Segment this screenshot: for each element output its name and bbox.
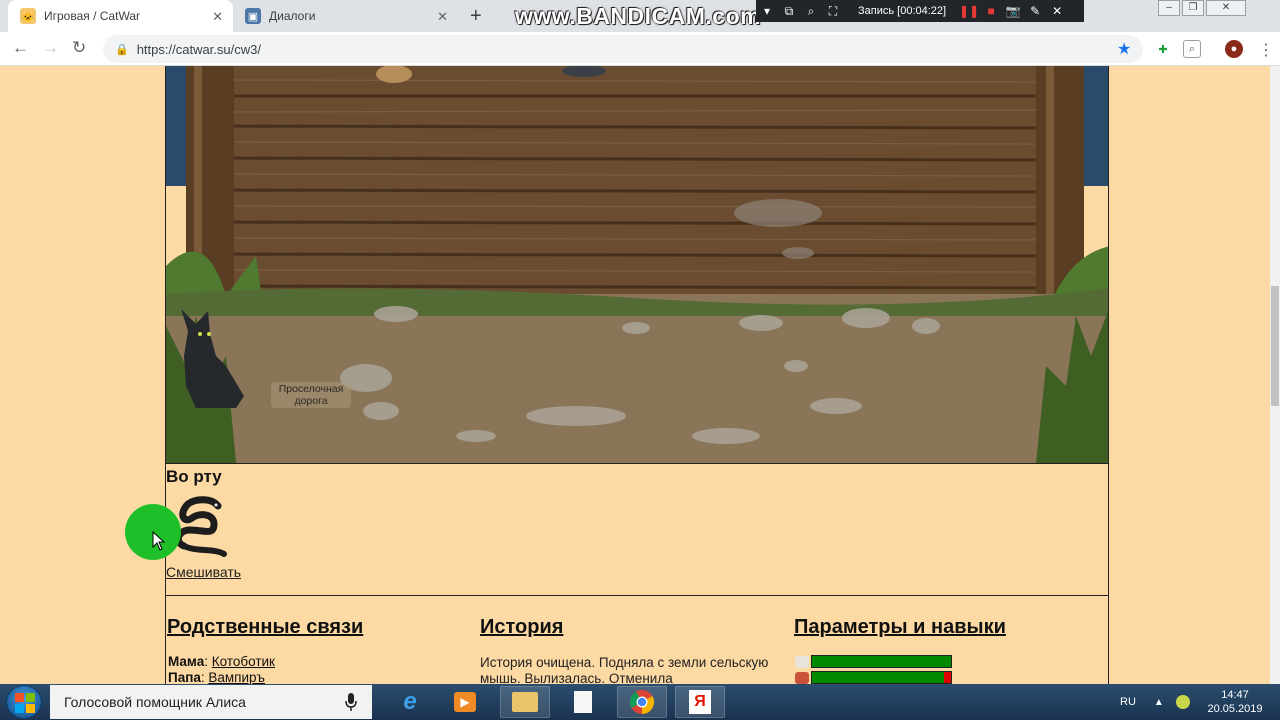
page-scrollbar[interactable] bbox=[1270, 66, 1280, 684]
stat-bar bbox=[811, 671, 952, 684]
tray-expand-icon[interactable]: ▲ bbox=[1154, 697, 1164, 708]
pause-icon[interactable]: ❚❚ bbox=[958, 4, 980, 18]
reload-icon[interactable]: ↻ bbox=[72, 38, 86, 58]
ie-icon[interactable]: e bbox=[385, 686, 435, 718]
info-panel bbox=[165, 463, 1109, 684]
meat-icon bbox=[795, 671, 809, 684]
recorder-watermark: www.BANDICAM.com bbox=[515, 3, 762, 29]
system-tray: RU ▲ bbox=[1120, 684, 1190, 720]
section-divider bbox=[165, 595, 1109, 596]
history-title: История bbox=[480, 616, 564, 638]
select-area-icon[interactable]: ⛶ bbox=[822, 4, 844, 19]
chrome-icon[interactable] bbox=[617, 686, 667, 718]
new-tab-button[interactable]: + bbox=[470, 5, 482, 28]
vk-favicon-icon: ▣ bbox=[245, 8, 261, 24]
clock-date: 20.05.2019 bbox=[1207, 703, 1263, 715]
extension-puzzle-icon[interactable]: ✚ bbox=[1154, 40, 1172, 58]
file-icon[interactable] bbox=[558, 686, 608, 718]
tab-title: Диалоги bbox=[269, 9, 316, 23]
address-bar[interactable]: 🔒 https://catwar.su/cw3/ bbox=[103, 35, 1143, 63]
close-icon[interactable]: ✕ bbox=[1046, 4, 1068, 18]
stat-row-meat bbox=[795, 671, 952, 684]
stat-row-sleep bbox=[795, 655, 952, 668]
camera-icon[interactable]: 📷 bbox=[1002, 4, 1024, 18]
language-indicator[interactable]: RU bbox=[1120, 696, 1136, 708]
dropdown-arrow-icon[interactable]: ▾ bbox=[756, 4, 778, 18]
restore-icon[interactable]: ❐ bbox=[1182, 0, 1204, 16]
browser-tab-strip: 🐱 Игровая / CatWar ✕ ▣ Диалоги ✕ + www.B… bbox=[0, 0, 1280, 32]
relative-row: Папа: Вампиръ bbox=[168, 670, 265, 684]
history-text: История очищена. Подняла с земли сельску… bbox=[480, 655, 769, 684]
menu-dots-icon[interactable]: ⋮ bbox=[1258, 40, 1274, 60]
location-label[interactable]: Проселочная дорога bbox=[271, 382, 351, 408]
windows-taskbar: Голосовой помощник Алиса e ▶ Я RU ▲ 14:4… bbox=[0, 684, 1280, 720]
window-controls: – ❐ ✕ bbox=[1156, 0, 1246, 16]
tab-title: Игровая / CatWar bbox=[44, 9, 140, 23]
network-icon[interactable] bbox=[1175, 695, 1190, 709]
page-content: Проселочная дорога Во рту Смешивать Родс… bbox=[0, 66, 1270, 684]
media-player-icon[interactable]: ▶ bbox=[440, 686, 490, 718]
browser-toolbar: ← → ↻ 🔒 https://catwar.su/cw3/ ★ ✚ ⌕ ● ⋮ bbox=[0, 32, 1280, 66]
relative-row: Мама: Котоботик bbox=[168, 654, 275, 669]
recording-status: Запись [00:04:22] bbox=[858, 5, 947, 17]
explorer-icon[interactable] bbox=[500, 686, 550, 718]
close-window-icon[interactable]: ✕ bbox=[1206, 0, 1246, 16]
bookmark-star-icon[interactable]: ★ bbox=[1117, 39, 1131, 59]
recorder-toolbar: ▾ ⧉ ⌕ ⛶ Запись [00:04:22] ❚❚ ■ 📷 ✎ ✕ bbox=[756, 0, 1084, 22]
profile-avatar[interactable]: ● bbox=[1225, 40, 1243, 58]
tab-catwar[interactable]: 🐱 Игровая / CatWar ✕ bbox=[8, 0, 233, 32]
forward-arrow-icon[interactable]: → bbox=[42, 38, 59, 58]
stop-icon[interactable]: ■ bbox=[980, 4, 1002, 18]
relative-label: Мама bbox=[168, 654, 205, 669]
tab-dialogs[interactable]: ▣ Диалоги ✕ bbox=[233, 0, 458, 32]
close-tab-icon[interactable]: ✕ bbox=[212, 9, 223, 25]
lock-icon: 🔒 bbox=[115, 43, 129, 56]
relatives-title: Родственные связи bbox=[167, 616, 364, 638]
search-icon[interactable]: ⌕ bbox=[800, 4, 822, 19]
search-text: Голосовой помощник Алиса bbox=[64, 694, 246, 710]
scrollbar-thumb[interactable] bbox=[1271, 286, 1279, 406]
url-text: https://catwar.su/cw3/ bbox=[136, 41, 261, 57]
minimize-icon[interactable]: – bbox=[1158, 0, 1180, 16]
stat-bar-deficit bbox=[944, 672, 951, 683]
mouse-cursor-icon bbox=[152, 531, 166, 551]
microphone-icon[interactable] bbox=[344, 692, 358, 712]
clock-time: 14:47 bbox=[1221, 689, 1249, 701]
pencil-icon[interactable]: ✎ bbox=[1024, 4, 1046, 18]
stats-title: Параметры и навыки bbox=[794, 616, 1006, 638]
close-tab-icon[interactable]: ✕ bbox=[437, 9, 448, 25]
extension-search-icon[interactable]: ⌕ bbox=[1183, 40, 1201, 58]
voice-assistant-search[interactable]: Голосовой помощник Алиса bbox=[50, 685, 372, 719]
relative-label: Папа bbox=[168, 670, 201, 684]
yandex-icon[interactable]: Я bbox=[675, 686, 725, 718]
window-mode-icon[interactable]: ⧉ bbox=[778, 4, 800, 19]
stat-bar bbox=[811, 655, 952, 668]
catwar-favicon-icon: 🐱 bbox=[20, 8, 36, 24]
sleep-icon bbox=[795, 655, 809, 668]
mix-link[interactable]: Смешивать bbox=[166, 564, 241, 580]
back-arrow-icon[interactable]: ← bbox=[12, 38, 29, 58]
relative-name-link[interactable]: Вампиръ bbox=[208, 670, 265, 684]
relative-name-link[interactable]: Котоботик bbox=[212, 654, 275, 669]
start-button[interactable] bbox=[6, 685, 42, 719]
clock[interactable]: 14:47 20.05.2019 bbox=[1204, 688, 1266, 716]
game-location-view: Проселочная дорога bbox=[165, 66, 1109, 463]
mouth-title: Во рту bbox=[166, 467, 222, 486]
